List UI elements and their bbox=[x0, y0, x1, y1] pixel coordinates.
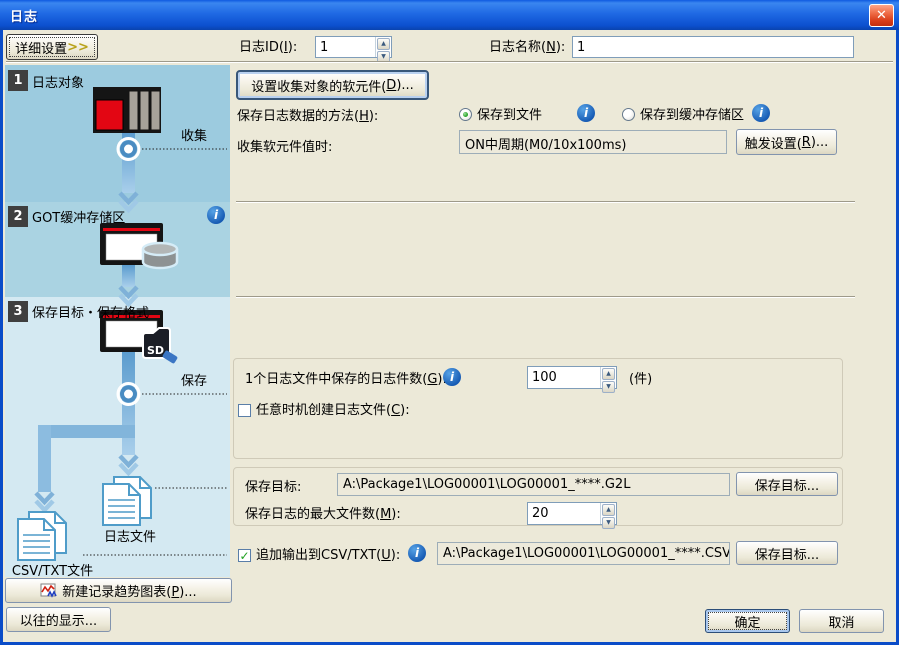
buffer-cylinder-icon bbox=[143, 243, 177, 268]
log-id-value[interactable]: 1 bbox=[316, 37, 375, 57]
separator-1 bbox=[236, 201, 855, 202]
save-target-button[interactable]: 保存目标... bbox=[736, 472, 838, 496]
spin-down-icon[interactable]: ▼ bbox=[602, 381, 615, 393]
set-collect-device-button[interactable]: 设置收集对象的软元件(D)... bbox=[236, 70, 429, 100]
collect-node-circle bbox=[122, 143, 135, 156]
ok-button[interactable]: 确定 bbox=[705, 609, 790, 633]
collect-timing-label: 收集软元件值时: bbox=[237, 140, 332, 155]
max-files-spinner[interactable]: 20 ▲ ▼ bbox=[527, 502, 617, 525]
spin-up-icon[interactable]: ▲ bbox=[377, 38, 390, 50]
max-files-label: 保存日志的最大文件数(M): bbox=[245, 507, 401, 522]
log-id-spinner[interactable]: 1 ▲ ▼ bbox=[315, 36, 392, 58]
collect-label: 收集 bbox=[181, 125, 207, 144]
window-title: 日志 bbox=[10, 6, 38, 25]
step-number-badge: 3 bbox=[8, 301, 28, 322]
plc-icon bbox=[93, 87, 161, 133]
info-icon-log-count[interactable]: i bbox=[443, 368, 461, 386]
step-number-badge: 1 bbox=[8, 70, 28, 91]
flow-arrow-2 bbox=[122, 265, 135, 287]
radio-save-to-file[interactable] bbox=[459, 108, 472, 121]
top-separator bbox=[6, 61, 893, 62]
close-icon: ✕ bbox=[876, 8, 887, 23]
any-timing-label[interactable]: 任意时机创建日志文件(C): bbox=[256, 403, 410, 418]
cancel-button[interactable]: 取消 bbox=[799, 609, 884, 633]
separator-2 bbox=[236, 296, 855, 297]
spin-up-icon[interactable]: ▲ bbox=[602, 368, 615, 380]
save-method-label: 保存日志数据的方法(H): bbox=[237, 109, 378, 124]
step3-title: 保存目标・保存格式 bbox=[32, 302, 149, 321]
max-files-value[interactable]: 20 bbox=[528, 503, 600, 524]
save-target-label: 保存目标: bbox=[245, 480, 301, 495]
any-timing-checkbox[interactable] bbox=[238, 404, 251, 417]
title-bar: 日志 ✕ bbox=[0, 0, 899, 30]
info-glyph: i bbox=[214, 208, 218, 222]
log-files-icon bbox=[103, 477, 151, 525]
info-icon-save-buffer[interactable]: i bbox=[752, 104, 770, 122]
log-dialog-window: 日志 ✕ 详细设置>> 日志ID(I): 1 ▲ ▼ 日志名称(N): bbox=[0, 0, 899, 645]
step1-title: 日志对象 bbox=[32, 72, 84, 91]
spin-down-icon[interactable]: ▼ bbox=[602, 517, 615, 529]
expand-arrows-icon: >> bbox=[67, 40, 89, 55]
csv-files-icon bbox=[18, 512, 66, 560]
new-trend-chart-button[interactable]: 新建记录趋势图表(P)... bbox=[5, 578, 232, 603]
log-name-input[interactable] bbox=[572, 36, 854, 58]
legacy-display-button[interactable]: 以往的显示... bbox=[6, 607, 111, 632]
trigger-settings-button[interactable]: 触发设置(R)... bbox=[736, 129, 837, 155]
csv-output-label[interactable]: 追加输出到CSV/TXT(U): bbox=[256, 548, 400, 563]
detail-settings-label: 详细设置 bbox=[15, 38, 67, 57]
log-name-label: 日志名称(N): bbox=[489, 40, 565, 55]
logs-per-file-unit: (件) bbox=[629, 372, 652, 387]
info-glyph: i bbox=[584, 106, 588, 120]
save-target-path: A:\Package1\LOG00001\LOG00001_****.G2L bbox=[337, 473, 730, 496]
save-node-circle bbox=[122, 388, 135, 401]
trend-chart-icon bbox=[40, 583, 58, 599]
info-glyph: i bbox=[450, 370, 454, 384]
flow-branch-vertical bbox=[38, 425, 51, 492]
logs-per-file-label: 1个日志文件中保存的日志件数(G): bbox=[245, 372, 447, 387]
radio-save-to-buffer[interactable] bbox=[622, 108, 635, 121]
radio-save-to-buffer-label[interactable]: 保存到缓冲存储区 bbox=[640, 108, 744, 123]
csv-output-checkbox[interactable]: ✓ bbox=[238, 549, 251, 562]
spin-up-icon[interactable]: ▲ bbox=[602, 504, 615, 516]
collect-timing-value: ON中周期(M0/10x100ms) bbox=[459, 130, 727, 154]
log-id-label: 日志ID(I): bbox=[239, 40, 297, 55]
step-number-badge: 2 bbox=[8, 206, 28, 227]
flow-branch-horizontal bbox=[38, 425, 135, 438]
save-label: 保存 bbox=[181, 370, 207, 389]
info-icon-buffer[interactable]: i bbox=[207, 206, 225, 224]
check-icon: ✓ bbox=[239, 549, 249, 563]
logs-per-file-value[interactable]: 100 bbox=[528, 367, 600, 388]
new-trend-chart-label: 新建记录趋势图表(P)... bbox=[62, 581, 196, 600]
csv-files-label: CSV/TXT文件 bbox=[5, 560, 100, 579]
info-glyph: i bbox=[759, 106, 763, 120]
workflow-diagram: SD bbox=[5, 65, 230, 577]
log-files-label: 日志文件 bbox=[95, 526, 165, 545]
logs-per-file-spinner[interactable]: 100 ▲ ▼ bbox=[527, 366, 617, 389]
info-icon-csv[interactable]: i bbox=[408, 544, 426, 562]
sd-card-label: SD bbox=[147, 344, 164, 357]
info-glyph: i bbox=[415, 546, 419, 560]
csv-output-path: A:\Package1\LOG00001\LOG00001_****.CSV bbox=[437, 542, 730, 565]
info-icon-save-file[interactable]: i bbox=[577, 104, 595, 122]
radio-save-to-file-label[interactable]: 保存到文件 bbox=[477, 108, 542, 123]
csv-target-button[interactable]: 保存目标... bbox=[736, 541, 838, 565]
detail-settings-button[interactable]: 详细设置>> bbox=[6, 34, 98, 60]
step2-title: GOT缓冲存储区 bbox=[32, 207, 125, 226]
close-button[interactable]: ✕ bbox=[869, 4, 894, 27]
